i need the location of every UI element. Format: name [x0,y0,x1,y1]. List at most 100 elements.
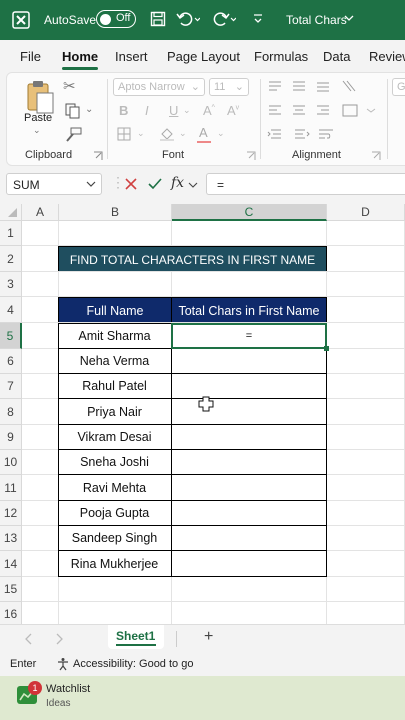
total-chars-cell[interactable] [171,526,327,551]
customize-icon[interactable] [252,13,264,25]
name-cell[interactable]: Vikram Desai [58,425,172,450]
dialog-launcher-icon[interactable] [93,151,103,161]
dialog-launcher-icon[interactable] [246,151,256,161]
font-color-icon[interactable]: A [199,125,208,140]
row-header-1[interactable]: 1 [0,221,22,246]
header-full-name[interactable]: Full Name [58,297,172,323]
decrease-font-icon[interactable]: Av [227,103,239,118]
column-header-a[interactable]: A [22,204,59,221]
font-size-box[interactable]: 11 ⌄ [209,78,249,96]
row-header-8[interactable]: 8 [0,399,22,425]
total-chars-cell[interactable] [171,374,327,399]
name-cell[interactable]: Neha Verma [58,349,172,374]
save-icon[interactable] [150,11,166,27]
row-header-11[interactable]: 11 [0,475,22,501]
row-header-15[interactable]: 15 [0,577,22,602]
tab-insert[interactable]: Insert [115,49,148,64]
name-cell[interactable]: Ravi Mehta [58,475,172,501]
tab-page-layout[interactable]: Page Layout [167,49,240,64]
dialog-launcher-icon[interactable] [371,151,381,161]
underline-icon[interactable]: U [169,103,178,118]
chevron-down-icon[interactable]: ⌄ [85,104,93,115]
column-header-c[interactable]: C [172,204,327,221]
name-cell[interactable]: Sneha Joshi [58,450,172,475]
row-header-4[interactable]: 4 [0,297,22,323]
chevron-down-icon[interactable]: ⌄ [183,105,191,116]
fill-handle[interactable] [324,346,329,351]
excel-icon[interactable] [12,11,30,29]
enter-check-icon[interactable] [148,178,162,190]
row-header-5[interactable]: 5 [0,323,22,349]
next-sheet-icon[interactable] [54,633,64,645]
add-sheet-button[interactable]: + [204,628,213,646]
row-header-9[interactable]: 9 [0,425,22,450]
indent-wrap-icons[interactable] [267,127,377,143]
prev-sheet-icon[interactable] [24,633,34,645]
total-chars-cell[interactable] [171,399,327,425]
cancel-icon[interactable] [125,178,137,190]
tab-review[interactable]: Review [369,49,405,64]
column-header-d[interactable]: D [327,204,405,221]
row-header-12[interactable]: 12 [0,501,22,526]
horizontal-align-icons[interactable] [267,103,377,119]
total-chars-cell[interactable] [171,551,327,577]
name-cell[interactable]: Priya Nair [58,399,172,425]
active-cell-c5[interactable]: = [171,323,327,349]
cut-icon[interactable]: ✂ [63,77,76,95]
formula-input[interactable]: = [206,173,405,195]
total-chars-cell[interactable] [171,475,327,501]
chevron-down-icon[interactable]: ⌄ [179,128,187,139]
total-chars-cell[interactable] [171,349,327,374]
chevron-down-icon[interactable]: ⌄ [33,125,41,136]
total-chars-cell[interactable] [171,450,327,475]
name-cell[interactable]: Sandeep Singh [58,526,172,551]
format-painter-icon[interactable] [64,127,82,143]
row-header-2[interactable]: 2 [0,246,22,272]
app-title[interactable]: Watchlist [46,683,90,695]
header-total-chars[interactable]: Total Chars in First Name [171,297,327,323]
tab-formulas[interactable]: Formulas [254,49,308,64]
row-header-16[interactable]: 16 [0,602,22,624]
redo-icon[interactable] [212,11,236,27]
borders-icon[interactable] [117,127,131,141]
sheet-tab-sheet1[interactable]: Sheet1 [108,625,164,649]
tab-file[interactable]: File [20,49,41,64]
chevron-down-icon[interactable]: ⌄ [137,128,145,139]
row-header-6[interactable]: 6 [0,349,22,374]
accessibility-icon[interactable] [56,657,70,671]
row-header-10[interactable]: 10 [0,450,22,475]
row-header-14[interactable]: 14 [0,551,22,577]
accessibility-status[interactable]: Accessibility: Good to go [73,658,193,670]
chevron-down-icon[interactable] [188,182,198,189]
sheet-title-cell[interactable]: FIND TOTAL CHARACTERS IN FIRST NAME [58,246,327,272]
total-chars-cell[interactable] [171,501,327,526]
bold-icon[interactable]: B [119,103,128,118]
tab-data[interactable]: Data [323,49,350,64]
name-box[interactable]: SUM [6,173,102,195]
fill-color-icon[interactable] [159,126,175,142]
document-title[interactable]: Total Chars [286,13,347,27]
italic-icon[interactable]: I [145,103,149,118]
paste-label[interactable]: Paste [24,112,52,124]
chevron-down-icon[interactable]: ⌄ [217,128,225,139]
name-cell[interactable]: Rahul Patel [58,374,172,399]
number-format-box[interactable]: Ge [392,78,405,96]
name-cell[interactable]: Pooja Gupta [58,501,172,526]
font-name-box[interactable]: Aptos Narrow ⌄ [113,78,205,96]
copy-icon[interactable] [65,103,81,119]
tab-home[interactable]: Home [62,49,99,70]
increase-font-icon[interactable]: A^ [203,103,215,118]
row-header-13[interactable]: 13 [0,526,22,551]
undo-icon[interactable] [176,11,200,27]
name-cell[interactable]: Rina Mukherjee [58,551,172,577]
paste-icon[interactable] [25,79,55,115]
insert-function-icon[interactable]: fx [171,175,184,191]
column-header-b[interactable]: B [59,204,172,221]
name-cell[interactable]: Amit Sharma [58,323,172,349]
autosave-toggle[interactable]: Off [96,10,136,28]
row-header-7[interactable]: 7 [0,374,22,399]
row-header-3[interactable]: 3 [0,272,22,297]
chevron-down-icon[interactable] [344,15,354,23]
select-all-corner[interactable] [0,204,22,221]
total-chars-cell[interactable] [171,425,327,450]
